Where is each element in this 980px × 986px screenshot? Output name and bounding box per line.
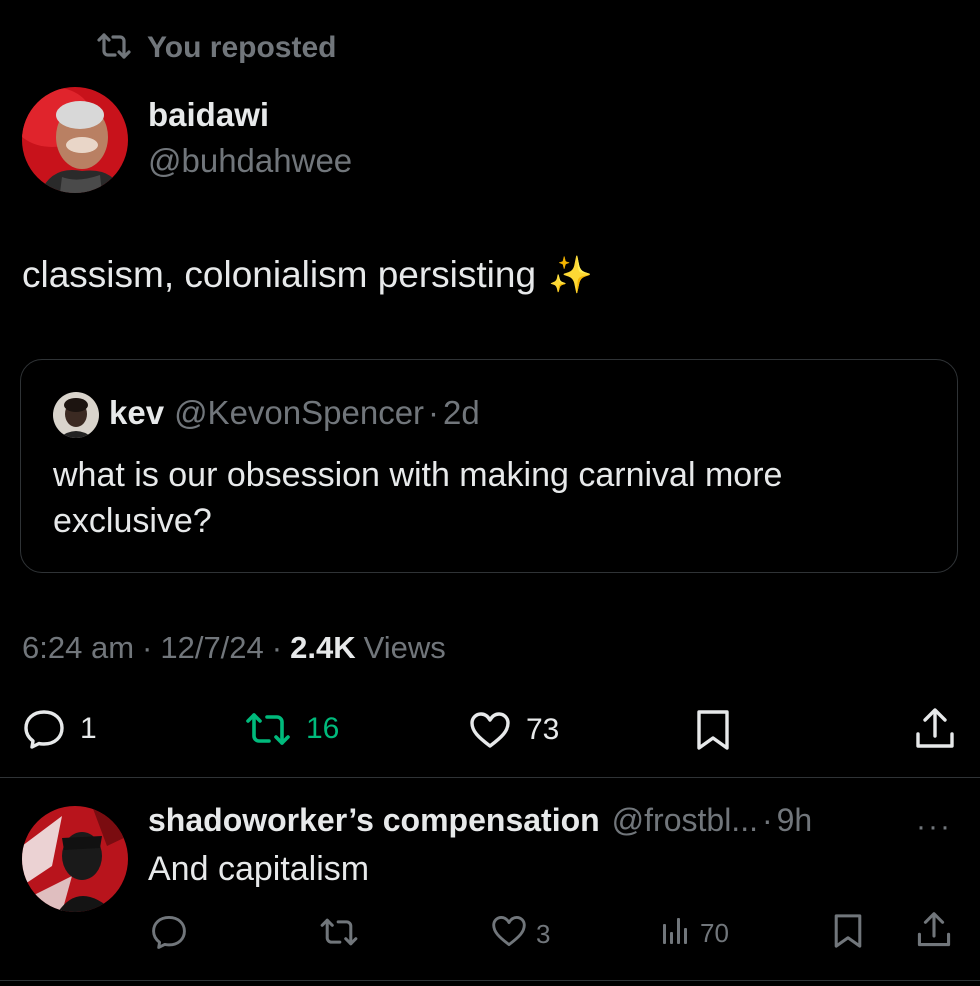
views-label: Views xyxy=(363,630,446,665)
tweet-body: classism, colonialism persisting xyxy=(22,254,537,295)
divider xyxy=(0,980,980,981)
tweet-meta: 6:24 am · 12/7/24 · 2.4K Views xyxy=(22,630,446,666)
reply-like-button[interactable]: 3 xyxy=(490,914,550,955)
reply-age[interactable]: 9h xyxy=(777,802,813,839)
comment-icon xyxy=(22,708,66,750)
bookmark-button[interactable] xyxy=(694,708,732,752)
share-icon xyxy=(914,706,956,752)
reply-count: 1 xyxy=(80,712,97,745)
bookmark-icon xyxy=(694,708,732,752)
reply-author-name[interactable]: shadoworker’s compensation xyxy=(148,802,600,839)
repost-icon xyxy=(318,916,360,955)
views-count: 2.4K xyxy=(290,630,356,665)
reply-header: shadoworker’s compensation @frostbl... ·… xyxy=(148,802,812,839)
reply-author-avatar[interactable] xyxy=(22,806,128,912)
repost-header: You reposted xyxy=(95,28,336,68)
comment-icon xyxy=(150,914,188,957)
repost-icon xyxy=(95,31,133,66)
bookmark-icon xyxy=(832,912,864,957)
reply-like-count: 3 xyxy=(536,919,551,949)
share-icon xyxy=(916,910,952,957)
reply-share-button[interactable] xyxy=(916,910,952,957)
share-button[interactable] xyxy=(914,706,956,752)
reply-text: And capitalism xyxy=(148,850,370,888)
sparkles-emoji: ✨ xyxy=(548,254,593,295)
tweet-date[interactable]: 12/7/24 xyxy=(160,630,263,666)
analytics-icon xyxy=(660,914,692,953)
quote-separator: · xyxy=(428,394,440,431)
quote-author-avatar[interactable] xyxy=(53,392,99,438)
reply-button[interactable]: 1 xyxy=(22,708,97,750)
repost-count: 16 xyxy=(306,712,340,745)
quote-header: kev @KevonSpencer · 2d xyxy=(109,394,480,432)
author-name[interactable]: baidawi xyxy=(148,96,269,134)
reply-separator: · xyxy=(761,802,773,838)
meta-separator: · xyxy=(271,630,283,665)
like-count: 73 xyxy=(526,713,560,746)
tweet-time[interactable]: 6:24 am xyxy=(22,630,134,666)
reply-repost-button[interactable] xyxy=(318,916,360,955)
repost-label: You reposted xyxy=(147,31,337,64)
reply-author-handle[interactable]: @frostbl... xyxy=(612,802,758,839)
tweet-text: classism, colonialism persisting ✨ xyxy=(22,254,593,296)
quote-tweet-card[interactable]: kev @KevonSpencer · 2d what is our obses… xyxy=(20,359,958,573)
heart-icon xyxy=(468,710,512,750)
reply-bookmark-button[interactable] xyxy=(832,912,864,957)
reply-reply-button[interactable] xyxy=(150,914,188,957)
reply-views-button[interactable]: 70 xyxy=(660,914,729,953)
divider xyxy=(0,777,980,778)
author-handle[interactable]: @buhdahwee xyxy=(148,142,352,180)
like-button[interactable]: 73 xyxy=(468,710,559,750)
repost-icon xyxy=(244,710,292,748)
quote-author-name[interactable]: kev xyxy=(109,394,164,432)
author-avatar[interactable] xyxy=(22,87,128,193)
repost-button[interactable]: 16 xyxy=(244,710,339,748)
more-options-button[interactable]: ··· xyxy=(916,810,952,844)
quote-text: what is our obsession with making carniv… xyxy=(53,456,783,540)
quote-age[interactable]: 2d xyxy=(443,394,480,432)
quote-author-handle[interactable]: @KevonSpencer xyxy=(174,394,424,432)
reply-views-count: 70 xyxy=(700,918,729,948)
heart-icon xyxy=(490,914,528,955)
meta-separator: · xyxy=(142,630,153,665)
